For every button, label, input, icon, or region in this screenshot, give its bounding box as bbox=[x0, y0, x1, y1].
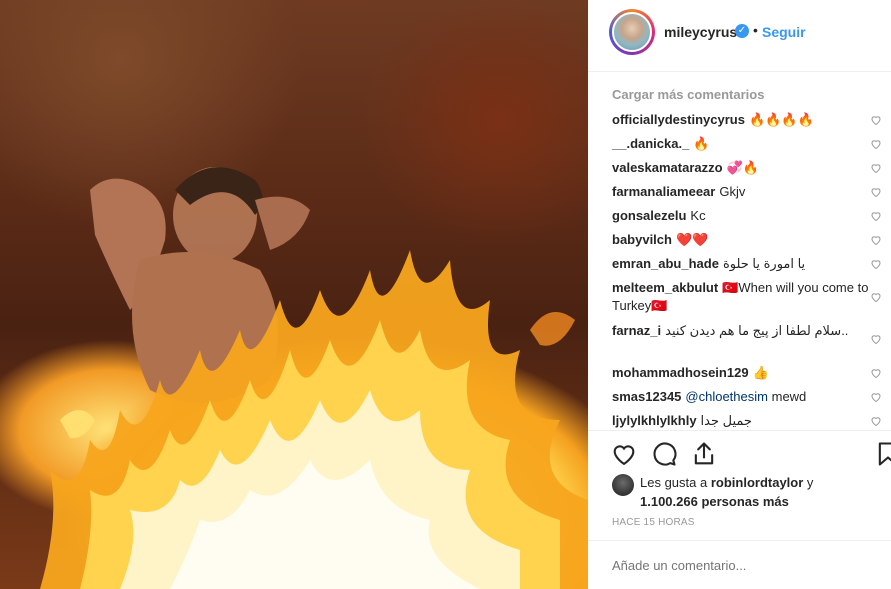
liker-avatar[interactable] bbox=[612, 474, 634, 496]
post-image-art bbox=[40, 167, 588, 589]
comment-item: gonsalezelu Kc bbox=[612, 207, 870, 225]
post-image[interactable] bbox=[0, 0, 588, 589]
comment-text: Kc bbox=[690, 208, 706, 223]
comment-item: melteem_akbulut 🇹🇷When will you come to T… bbox=[612, 279, 870, 315]
comment-username[interactable]: emran_abu_hade bbox=[612, 256, 719, 271]
comment-item: mohammadhosein129 👍 bbox=[612, 364, 870, 382]
comment-like-heart-icon[interactable] bbox=[870, 186, 882, 198]
post-header: mileycyrus ✓ • Seguir bbox=[588, 0, 891, 72]
comment-like-heart-icon[interactable] bbox=[870, 138, 882, 150]
comment-text: Gkjv bbox=[719, 184, 746, 199]
share-icon[interactable] bbox=[690, 440, 718, 468]
comment-like-heart-icon[interactable] bbox=[870, 162, 882, 174]
post-timestamp[interactable]: HACE 15 HORAS bbox=[612, 517, 695, 528]
comment-username[interactable]: valeskamatarazzo bbox=[612, 160, 723, 175]
comment-text: 🔥 bbox=[693, 136, 710, 151]
comment-text: يا امورة يا حلوة bbox=[722, 256, 806, 271]
comment-username[interactable]: mohammadhosein129 bbox=[612, 365, 749, 380]
comment-item: farmanaliameear Gkjv bbox=[612, 183, 870, 201]
like-heart-icon[interactable] bbox=[610, 440, 638, 468]
comment-item: smas12345 @chloethesim mewd bbox=[612, 388, 870, 406]
separator-dot: • bbox=[753, 22, 758, 38]
comment-like-heart-icon[interactable] bbox=[870, 391, 882, 403]
comment-text: mewd bbox=[771, 389, 807, 404]
likes-summary: Les gusta a robinlordtaylor y 1.100.266 … bbox=[640, 473, 870, 511]
comment-username[interactable]: __.danicka._ bbox=[612, 136, 689, 151]
likes-prefix: Les gusta a bbox=[640, 475, 708, 490]
comment-username[interactable]: smas12345 bbox=[612, 389, 681, 404]
follow-button[interactable]: Seguir bbox=[762, 24, 806, 40]
post-username[interactable]: mileycyrus bbox=[664, 24, 737, 40]
comment-mention-link[interactable]: @chloethesim bbox=[685, 389, 768, 404]
comment-item: valeskamatarazzo 💞🔥 bbox=[612, 159, 870, 177]
avatar[interactable] bbox=[612, 12, 652, 52]
comment-item: farnaz_i سلام لطفا از پیج ما هم دیدن کنید… bbox=[612, 322, 870, 340]
comment-text: ❤️❤️ bbox=[675, 232, 709, 247]
comment-item: emran_abu_hade يا امورة يا حلوة bbox=[612, 255, 870, 273]
comment-like-heart-icon[interactable] bbox=[870, 291, 882, 303]
comment-item: ljylylkhlylkhly جمیل جدا bbox=[612, 412, 870, 430]
liker-username[interactable]: robinlordtaylor bbox=[711, 475, 803, 490]
comment-username[interactable]: melteem_akbulut bbox=[612, 280, 718, 295]
actions-divider bbox=[588, 430, 891, 431]
comment-item: babyvilch ❤️❤️ bbox=[612, 231, 870, 249]
comment-username[interactable]: babyvilch bbox=[612, 232, 672, 247]
comment-like-heart-icon[interactable] bbox=[870, 258, 882, 270]
comment-like-heart-icon[interactable] bbox=[870, 367, 882, 379]
comment-like-heart-icon[interactable] bbox=[870, 234, 882, 246]
comment-text: 👍 bbox=[752, 365, 769, 380]
comment-text: 💞🔥 bbox=[726, 160, 759, 175]
comment-item: officiallydestinycyrus 🔥🔥🔥🔥 bbox=[612, 111, 870, 129]
add-comment-input[interactable] bbox=[612, 558, 872, 573]
comment-like-heart-icon[interactable] bbox=[870, 333, 882, 345]
story-ring[interactable] bbox=[609, 9, 655, 55]
comment-like-heart-icon[interactable] bbox=[870, 415, 882, 427]
comment-like-heart-icon[interactable] bbox=[870, 210, 882, 222]
load-more-comments-button[interactable]: Cargar más comentarios bbox=[612, 87, 764, 102]
comment-username[interactable]: farmanaliameear bbox=[612, 184, 715, 199]
verified-badge-icon: ✓ bbox=[735, 24, 749, 38]
likes-conjunction: y bbox=[806, 475, 814, 490]
comment-username[interactable]: ljylylkhlylkhly bbox=[612, 413, 697, 428]
comment-username[interactable]: gonsalezelu bbox=[612, 208, 686, 223]
comment-username[interactable]: farnaz_i bbox=[612, 323, 661, 338]
comment-text: سلام لطفا از پیج ما هم دیدن کنید.. bbox=[665, 323, 849, 338]
comment-username[interactable]: officiallydestinycyrus bbox=[612, 112, 745, 127]
comment-like-heart-icon[interactable] bbox=[870, 114, 882, 126]
likes-count[interactable]: 1.100.266 personas más bbox=[640, 494, 789, 509]
comment-text: 🔥🔥🔥🔥 bbox=[748, 112, 814, 127]
save-icon[interactable] bbox=[874, 440, 891, 468]
comment-text: جمیل جدا bbox=[700, 413, 752, 428]
comment-item: __.danicka._ 🔥 bbox=[612, 135, 870, 153]
post-sidebar: mileycyrus ✓ • Seguir Cargar más comenta… bbox=[588, 0, 891, 589]
comment-icon[interactable] bbox=[650, 440, 678, 468]
